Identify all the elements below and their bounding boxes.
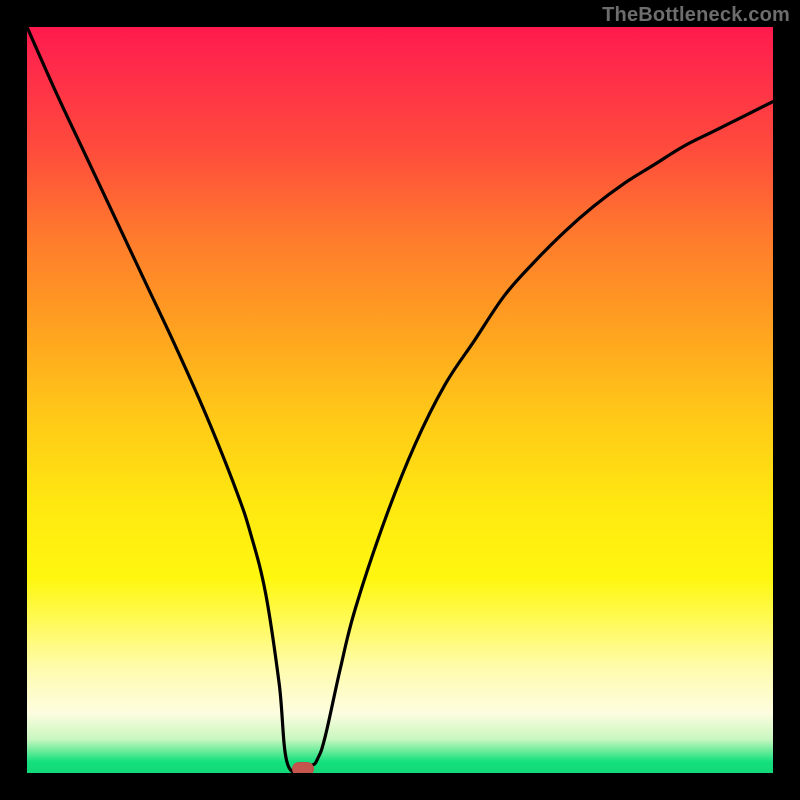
minimum-marker	[292, 762, 314, 773]
plot-area	[27, 27, 773, 773]
chart-frame: TheBottleneck.com	[0, 0, 800, 800]
gradient-background	[27, 27, 773, 773]
watermark-text: TheBottleneck.com	[602, 4, 790, 27]
